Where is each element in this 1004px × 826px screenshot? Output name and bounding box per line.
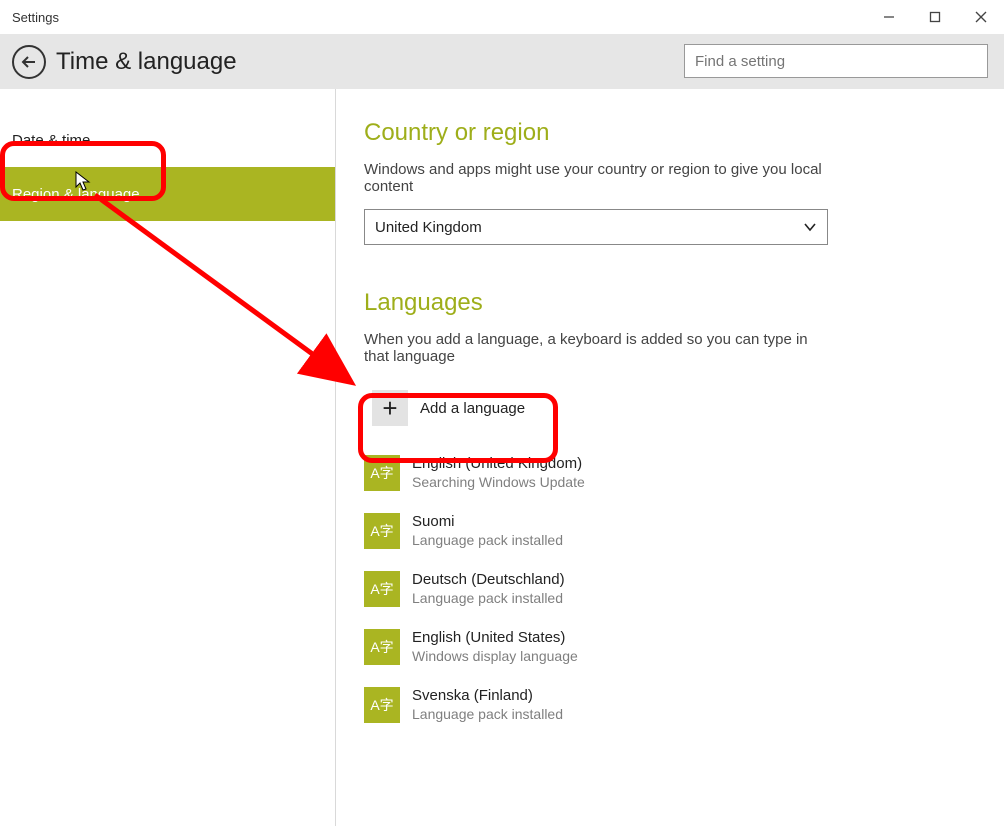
- language-text: English (United Kingdom) Searching Window…: [412, 455, 585, 490]
- language-name: Svenska (Finland): [412, 687, 563, 704]
- language-tile-icon: A字: [364, 455, 400, 491]
- language-name: English (United Kingdom): [412, 455, 585, 472]
- section-region-title: Country or region: [364, 119, 976, 147]
- sidebar: Date & time Region & language: [0, 89, 336, 826]
- language-item[interactable]: A字 Deutsch (Deutschland) Language pack ins…: [364, 571, 976, 607]
- titlebar: Settings: [0, 0, 1004, 34]
- maximize-button[interactable]: [912, 0, 958, 34]
- section-languages-desc: When you add a language, a keyboard is a…: [364, 331, 824, 365]
- language-tile-icon: A字: [364, 571, 400, 607]
- country-selected: United Kingdom: [375, 219, 482, 236]
- language-name: Deutsch (Deutschland): [412, 571, 565, 588]
- minimize-icon: [883, 11, 895, 23]
- sidebar-item-region-language[interactable]: Region & language: [0, 167, 335, 221]
- close-button[interactable]: [958, 0, 1004, 34]
- sidebar-item-label: Date & time: [12, 132, 90, 149]
- language-name: English (United States): [412, 629, 578, 646]
- section-languages-title: Languages: [364, 289, 976, 317]
- add-language-button[interactable]: + Add a language: [364, 379, 548, 437]
- language-text: Suomi Language pack installed: [412, 513, 563, 548]
- language-tile-icon: A字: [364, 629, 400, 665]
- minimize-button[interactable]: [866, 0, 912, 34]
- sidebar-item-label: Region & language: [12, 186, 140, 203]
- country-dropdown[interactable]: United Kingdom: [364, 209, 828, 245]
- back-button[interactable]: [12, 45, 46, 79]
- language-tile-icon: A字: [364, 513, 400, 549]
- language-tile-icon: A字: [364, 687, 400, 723]
- header: Time & language: [0, 34, 1004, 89]
- chevron-down-icon: [803, 220, 817, 234]
- window-controls: [866, 0, 1004, 34]
- language-text: English (United States) Windows display l…: [412, 629, 578, 664]
- language-text: Deutsch (Deutschland) Language pack insta…: [412, 571, 565, 606]
- language-item[interactable]: A字 English (United Kingdom) Searching Wind…: [364, 455, 976, 491]
- language-status: Windows display language: [412, 648, 578, 664]
- section-region-desc: Windows and apps might use your country …: [364, 161, 824, 195]
- language-item[interactable]: A字 English (United States) Windows display…: [364, 629, 976, 665]
- language-name: Suomi: [412, 513, 563, 530]
- main: Country or region Windows and apps might…: [336, 89, 1004, 826]
- window-title: Settings: [12, 10, 59, 25]
- arrow-left-icon: [20, 53, 38, 71]
- language-item[interactable]: A字 Svenska (Finland) Language pack install…: [364, 687, 976, 723]
- language-text: Svenska (Finland) Language pack installed: [412, 687, 563, 722]
- sidebar-item-date-time[interactable]: Date & time: [0, 113, 335, 167]
- page-title: Time & language: [56, 48, 237, 76]
- content: Date & time Region & language Country or…: [0, 89, 1004, 826]
- close-icon: [974, 10, 988, 24]
- language-status: Searching Windows Update: [412, 474, 585, 490]
- plus-icon: +: [372, 390, 408, 426]
- search-input[interactable]: [684, 44, 988, 78]
- language-status: Language pack installed: [412, 590, 565, 606]
- add-language-label: Add a language: [420, 400, 525, 417]
- maximize-icon: [929, 11, 941, 23]
- language-item[interactable]: A字 Suomi Language pack installed: [364, 513, 976, 549]
- language-status: Language pack installed: [412, 706, 563, 722]
- language-status: Language pack installed: [412, 532, 563, 548]
- language-list: A字 English (United Kingdom) Searching Wind…: [364, 455, 976, 723]
